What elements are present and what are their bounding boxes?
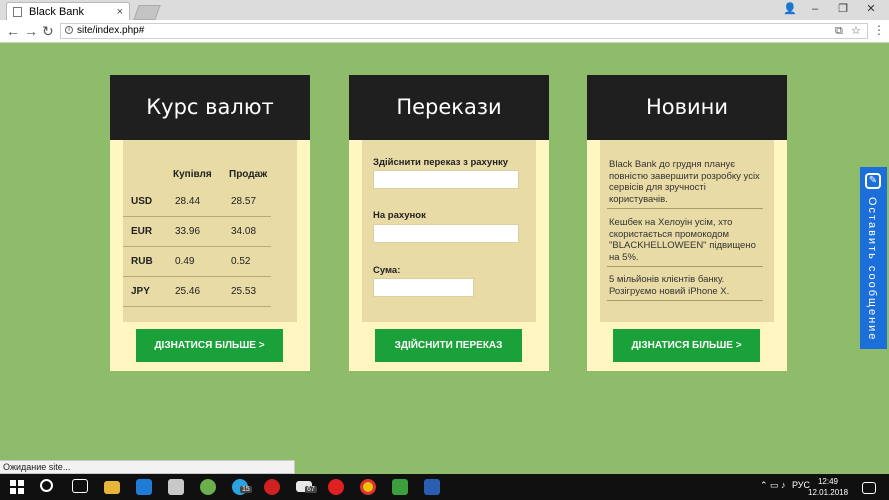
tray-icons[interactable]: ⌃ ▭ ♪ [760,480,786,491]
mail-icon[interactable]: 67 [296,481,317,493]
currency-code: RUB [123,246,171,277]
rates-header-buy: Купівля [173,169,212,180]
amount-input[interactable] [373,278,474,297]
close-window-button[interactable]: ✕ [857,0,885,20]
rates-learn-more-button[interactable]: ДІЗНАТИСЯ БІЛЬШЕ > [136,329,283,362]
restore-button[interactable]: ❐ [829,0,857,20]
task-view-icon[interactable] [72,479,88,493]
browser-menu-icon[interactable]: ⋮ [873,23,885,37]
table-row: EUR 33.96 34.08 [123,216,271,247]
url-text: site/index.php# [77,25,145,36]
reload-icon[interactable]: ↻ [42,22,54,40]
feedback-widget[interactable]: ✎ Оставить сообщение [860,167,887,349]
news-learn-more-button[interactable]: ДІЗНАТИСЯ БІЛЬШЕ > [613,329,760,362]
to-account-label: На рахунок [373,210,426,221]
to-account-input[interactable] [373,224,519,243]
news-item: Кешбек на Хелоуін усім, хто скористаєтьс… [607,217,763,267]
feedback-label: Оставить сообщение [866,197,878,342]
transfer-title: Перекази [349,75,549,140]
from-account-label: Здійснити переказ з рахунку [373,157,508,168]
edge-icon[interactable] [136,479,152,495]
rates-header-currency [123,162,171,187]
currency-code: EUR [123,216,171,247]
chrome-icon[interactable] [360,479,376,495]
windows-start-icon[interactable] [10,480,24,494]
file-explorer-icon[interactable] [104,481,120,494]
tab-close-icon[interactable]: × [117,3,123,21]
status-bar: Ожидание site... [0,460,295,474]
chat-icon: ✎ [865,173,881,189]
currency-code: USD [123,187,171,217]
table-row: USD 28.44 28.57 [123,187,271,217]
rates-title: Курс валют [110,75,310,140]
table-row: JPY 25.46 25.53 [123,276,271,307]
sell-rate: 28.57 [227,187,271,217]
bookmark-star-icon[interactable]: ☆ [851,24,861,38]
browser-toolbar: ← → ↻ i site/index.php# ⧉ ☆ ⋮ [0,20,889,43]
news-title: Новини [587,75,787,140]
page-icon [13,7,22,17]
word-icon[interactable] [424,479,440,495]
buy-rate: 0.49 [171,246,227,277]
notifications-icon[interactable] [862,482,876,494]
tab-title: Black Bank [29,6,85,18]
taskbar: 15 67 ⌃ ▭ ♪ РУС 12:49 12.01.2018 [0,474,889,500]
clock-time: 12:49 [817,477,839,486]
address-bar[interactable]: i site/index.php# ⧉ ☆ [60,23,868,39]
mail-badge: 67 [305,486,317,493]
table-row: RUB 0.49 0.52 [123,246,271,277]
news-item: 5 мільйонів клієнтів банку. Розігруємо н… [607,274,763,301]
new-tab-button[interactable] [133,5,161,20]
info-icon[interactable]: i [65,26,73,34]
sublime-icon[interactable] [392,479,408,495]
yandex-icon[interactable] [328,479,344,495]
buy-rate: 33.96 [171,216,227,247]
browser-tab-bar: Black Bank × 👤 – ❐ ✕ [0,0,889,20]
browser-tab[interactable]: Black Bank × [6,2,130,20]
buy-rate: 25.46 [171,276,227,307]
rates-card: Курс валют Купівля Продаж USD 28.44 28.5… [110,75,310,371]
amount-label: Сума: [373,265,401,276]
make-transfer-button[interactable]: ЗДІЙСНИТИ ПЕРЕКАЗ [375,329,522,362]
rates-header-sell: Продаж [229,169,268,180]
record-icon[interactable] [264,479,280,495]
clock[interactable]: 12:49 12.01.2018 [808,476,848,498]
app-icon[interactable] [200,479,216,495]
transfer-card: Перекази Здійснити переказ з рахунку На … [349,75,549,371]
sell-rate: 25.53 [227,276,271,307]
sell-rate: 0.52 [227,246,271,277]
forward-icon[interactable]: → [24,22,38,40]
telegram-icon[interactable]: 15 [232,479,252,495]
minimize-button[interactable]: – [801,0,829,20]
search-icon[interactable] [40,479,53,492]
buy-rate: 28.44 [171,187,227,217]
currency-code: JPY [123,276,171,307]
from-account-input[interactable] [373,170,519,189]
news-item: Black Bank до грудня планує повністю зав… [607,159,763,209]
back-icon[interactable]: ← [6,22,20,40]
clock-date: 12.01.2018 [808,488,849,497]
rates-table: Купівля Продаж USD 28.44 28.57 EUR 33.96… [123,162,271,307]
telegram-badge: 15 [240,486,252,493]
translate-icon[interactable]: ⧉ [835,24,843,38]
rates-header-row: Купівля Продаж [123,162,271,187]
profile-icon[interactable]: 👤 [776,0,804,20]
sell-rate: 34.08 [227,216,271,247]
store-icon[interactable] [168,479,184,495]
news-card: Новини Black Bank до грудня планує повні… [587,75,787,371]
